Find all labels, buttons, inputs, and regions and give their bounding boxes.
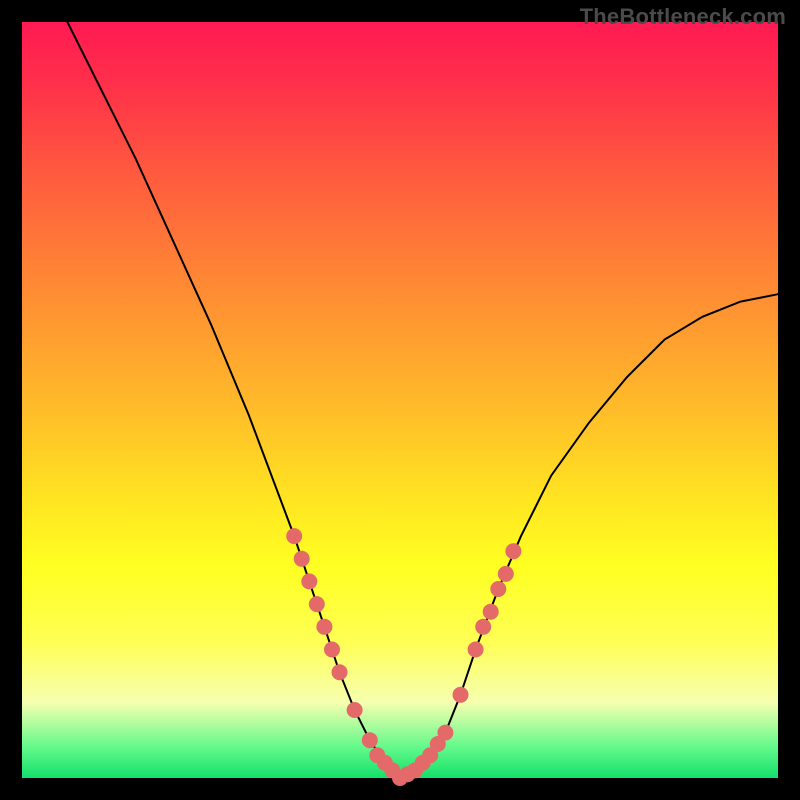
marker-dot xyxy=(505,543,521,559)
bottleneck-chart xyxy=(22,22,778,778)
marker-dot xyxy=(453,687,469,703)
bottleneck-curve-path xyxy=(67,22,778,778)
marker-dot xyxy=(498,566,514,582)
marker-dot xyxy=(362,732,378,748)
chart-frame xyxy=(22,22,778,778)
marker-dot xyxy=(309,596,325,612)
marker-dot xyxy=(324,642,340,658)
marker-dot xyxy=(483,604,499,620)
marker-dot xyxy=(475,619,491,635)
marker-dot xyxy=(286,528,302,544)
marker-dot xyxy=(347,702,363,718)
marker-dot xyxy=(316,619,332,635)
marker-dot xyxy=(301,573,317,589)
marker-dots-group xyxy=(286,528,521,786)
marker-dot xyxy=(332,664,348,680)
watermark-text: TheBottleneck.com xyxy=(580,4,786,30)
marker-dot xyxy=(437,725,453,741)
marker-dot xyxy=(490,581,506,597)
marker-dot xyxy=(468,642,484,658)
marker-dot xyxy=(294,551,310,567)
